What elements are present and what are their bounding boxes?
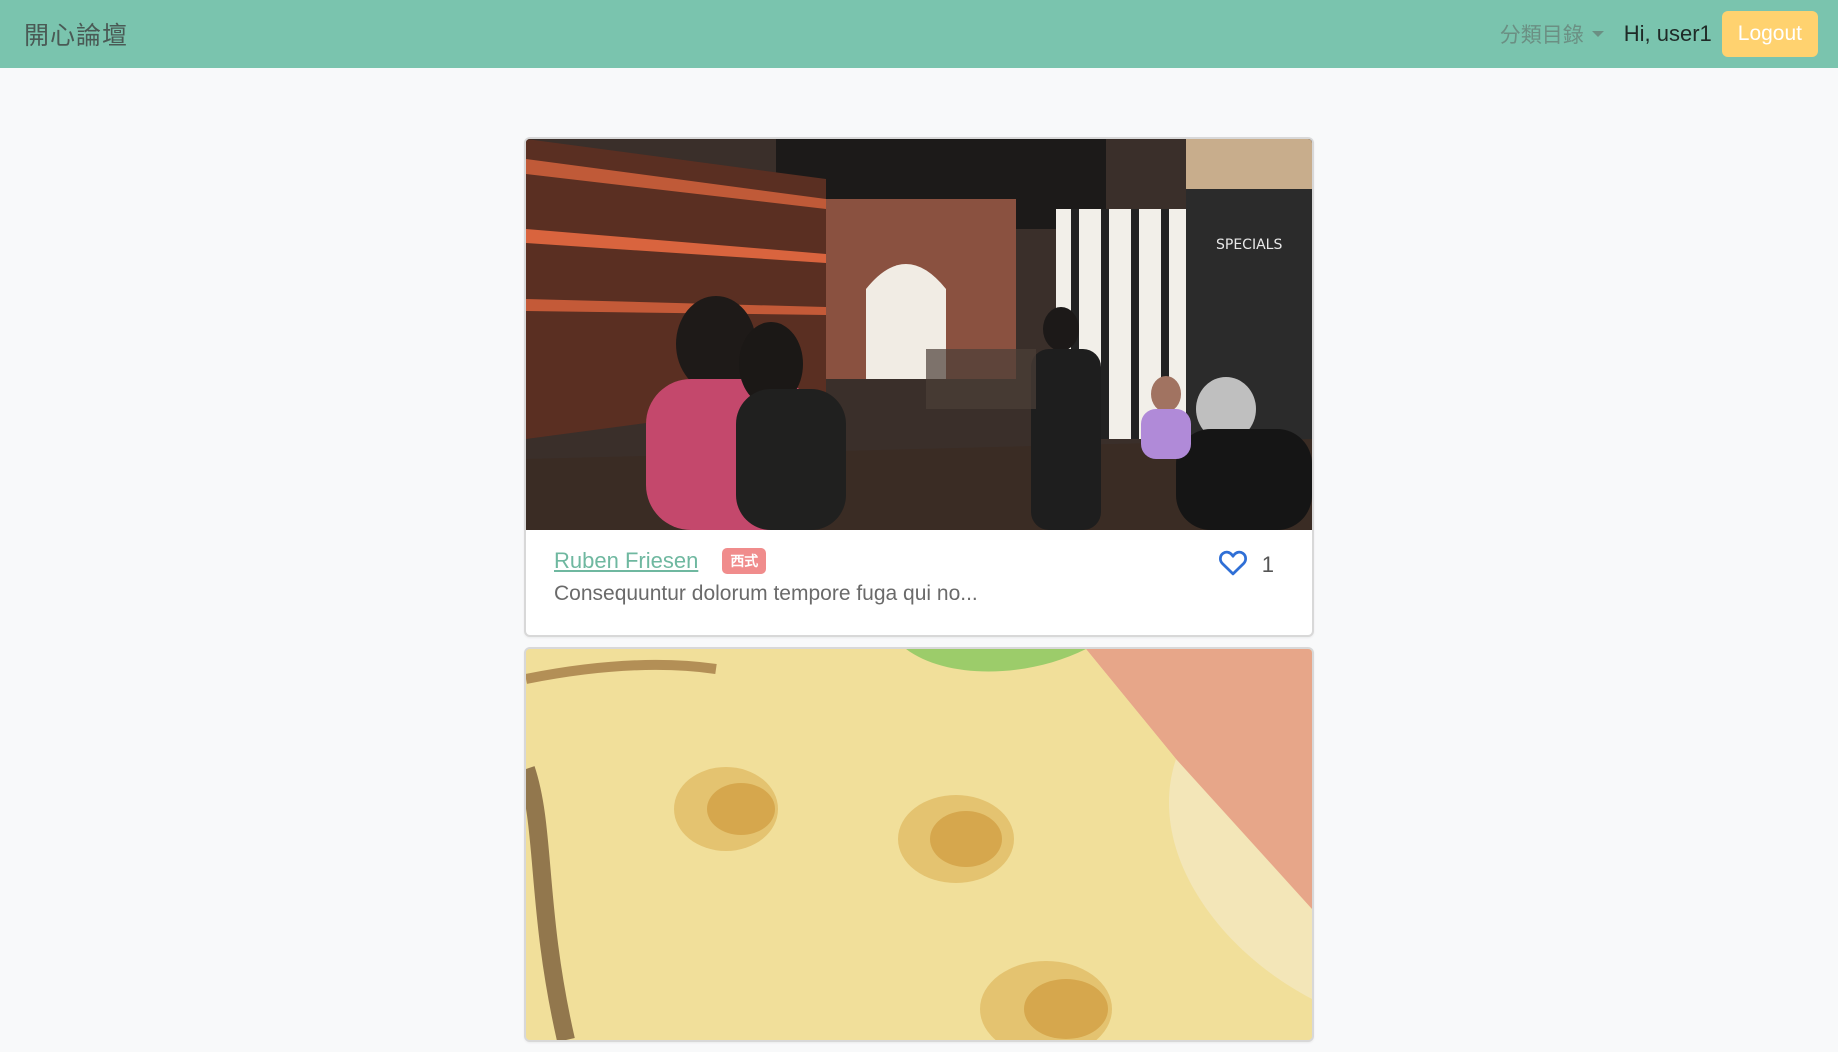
restaurant-image[interactable]: SPECIALS (526, 139, 1312, 530)
restaurant-name-link[interactable]: Ruben Friesen (554, 548, 698, 574)
restaurant-card: SPECIALS Ruben Friesen 西式 1 Consequuntur… (524, 137, 1314, 637)
user-greeting: Hi, user1 (1623, 21, 1712, 46)
top-navbar: 開心論壇 分類目錄 Hi, user1 Logout (0, 0, 1838, 68)
heart-outline-icon[interactable] (1218, 548, 1248, 581)
restaurant-image[interactable] (526, 649, 1312, 1040)
caret-down-icon (1591, 31, 1604, 37)
navbar-right: 分類目錄 Hi, user1 Logout (1500, 11, 1818, 57)
restaurant-description: Consequuntur dolorum tempore fuga qui no… (554, 582, 978, 605)
brand-title[interactable]: 開心論壇 (24, 16, 128, 52)
category-badge: 西式 (722, 548, 767, 574)
logout-button[interactable]: Logout (1721, 11, 1818, 57)
restaurant-feed: SPECIALS Ruben Friesen 西式 1 Consequuntur… (524, 137, 1314, 1052)
sandwich-food-image (526, 649, 1312, 1040)
category-dropdown[interactable]: 分類目錄 (1500, 19, 1604, 49)
like-area: 1 (1218, 548, 1274, 581)
like-count: 1 (1261, 551, 1274, 577)
restaurant-interior-image: SPECIALS (526, 139, 1312, 530)
svg-text:SPECIALS: SPECIALS (1216, 237, 1282, 253)
restaurant-card (524, 647, 1314, 1042)
category-dropdown-label: 分類目錄 (1499, 23, 1584, 47)
card-title-row: Ruben Friesen 西式 (554, 548, 1284, 574)
card-body: Ruben Friesen 西式 1 Consequuntur dolorum … (526, 530, 1312, 635)
